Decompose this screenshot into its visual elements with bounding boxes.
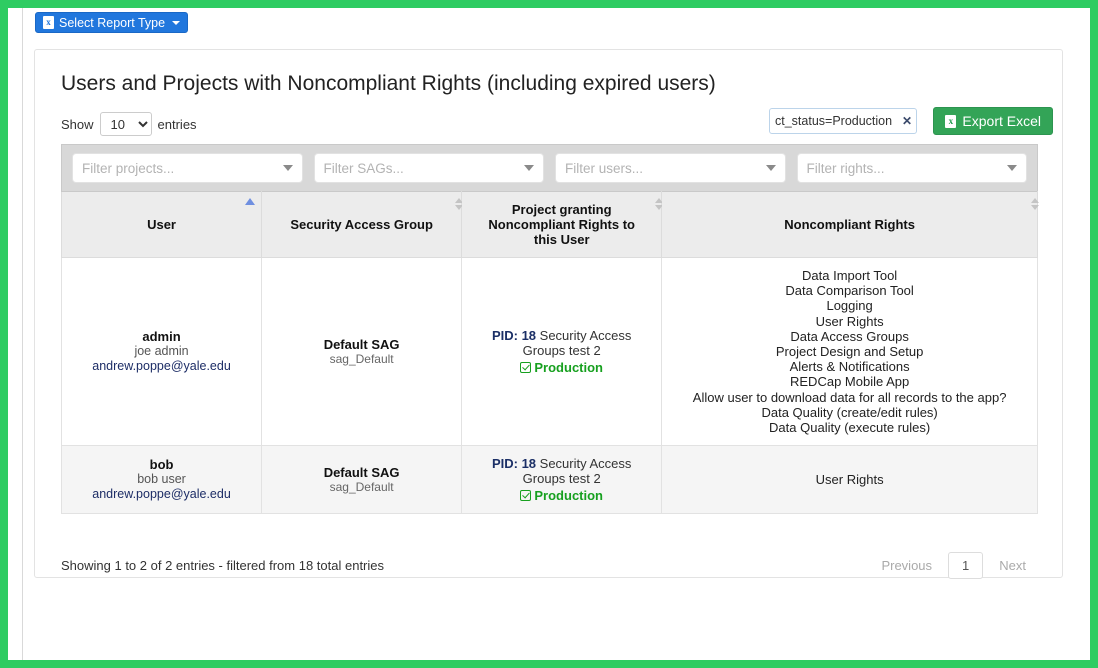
right-item: REDCap Mobile App	[790, 374, 910, 390]
cell-user: bob bob user andrew.poppe@yale.edu	[60, 445, 263, 515]
show-entries-control: Show 102550100 entries	[61, 112, 197, 136]
pagination-next[interactable]: Next	[987, 553, 1038, 578]
column-header-label: User	[147, 217, 176, 232]
project-pid: PID: 18	[491, 328, 540, 344]
column-header-label: Security Access Group	[290, 217, 433, 232]
check-icon	[520, 490, 532, 502]
right-item: Data Comparison Tool	[785, 283, 914, 299]
page-title: Users and Projects with Noncompliant Rig…	[61, 72, 716, 95]
rights-list: Data Import Tool Data Comparison Tool Logg…	[670, 268, 1029, 435]
filter-rights-cell: Filter rights...	[796, 153, 1027, 183]
sag-name: Default SAG	[323, 336, 400, 352]
chevron-down-icon	[172, 20, 181, 25]
column-header-security-access-group[interactable]: Security Access Group	[261, 191, 464, 258]
column-header-user[interactable]: User	[60, 191, 263, 258]
entries-label: entries	[157, 116, 197, 132]
sort-ascending-icon	[245, 198, 256, 205]
user-fullname: bob user	[137, 472, 186, 487]
user-username: bob	[149, 457, 174, 473]
right-item: Data Quality (execute rules)	[769, 420, 931, 436]
export-excel-label: Export Excel	[962, 113, 1041, 129]
pagination-page-1[interactable]: 1	[948, 552, 984, 579]
chevron-down-icon	[1007, 165, 1017, 171]
right-item: Data Quality (create/edit rules)	[761, 404, 938, 420]
excel-file-icon	[945, 114, 957, 128]
noncompliant-rights-table: User Security Access Group Project grantin…	[60, 191, 1039, 515]
filter-projects-cell: Filter projects...	[72, 153, 303, 183]
table-footer: Showing 1 to 2 of 2 entries - filtered f…	[61, 552, 1038, 579]
filter-rights-select[interactable]: Filter rights...	[796, 153, 1027, 183]
table-header: User Security Access Group Project grantin…	[60, 191, 1039, 258]
page-length-select[interactable]: 102550100	[99, 112, 152, 136]
filter-users-select[interactable]: Filter users...	[555, 153, 786, 183]
column-header-noncompliant-rights[interactable]: Noncompliant Rights	[661, 191, 1039, 258]
status-label: Production	[534, 488, 603, 504]
search-input[interactable]	[770, 110, 902, 132]
filter-users-cell: Filter users...	[555, 153, 786, 183]
user-email[interactable]: andrew.poppe@yale.edu	[70, 487, 253, 502]
right-item: Allow user to download data for all reco…	[692, 389, 1007, 405]
cell-noncompliant-rights: User Rights	[661, 445, 1038, 515]
chevron-down-icon	[524, 165, 534, 171]
cell-noncompliant-rights: Data Import Tool Data Comparison Tool Logg…	[661, 256, 1038, 447]
filter-projects-placeholder: Filter projects...	[82, 160, 175, 176]
rights-list: User Rights	[670, 472, 1029, 487]
check-icon	[520, 362, 532, 374]
chevron-down-icon	[765, 165, 776, 171]
data-table-area: Filter projects... Filter SAGs... Filter u…	[60, 144, 1039, 515]
table-body: admin joe admin andrew.poppe@yale.edu Defau…	[60, 256, 1038, 515]
user-username: admin	[142, 329, 181, 345]
sag-key: sag_Default	[329, 479, 394, 494]
filter-sags-cell: Filter SAGs...	[313, 153, 544, 183]
project-name: Security Access Groups test 2	[522, 328, 632, 359]
page-body: Select Report Type Users and Projects wi…	[8, 8, 1090, 660]
project-name: Security Access Groups test 2	[522, 456, 632, 487]
right-item: Logging	[826, 298, 873, 314]
cell-security-access-group: Default SAG sag_Default	[261, 445, 463, 515]
filter-sags-placeholder: Filter SAGs...	[323, 160, 404, 176]
pagination-previous[interactable]: Previous	[869, 553, 944, 578]
filter-rights-placeholder: Filter rights...	[806, 160, 885, 176]
column-header-label: Noncompliant Rights	[784, 217, 915, 232]
filter-projects-select[interactable]: Filter projects...	[72, 153, 303, 183]
column-header-label: Project granting Noncompliant Rights to …	[488, 202, 635, 247]
cell-project: PID: 18 Security Access Groups test 2 Pro…	[461, 445, 663, 515]
column-header-project-granting-noncompliant-rights-to-this-user[interactable]: Project granting Noncompliant Rights to …	[461, 191, 664, 258]
clear-search-icon[interactable]: ✕	[902, 115, 915, 127]
search-box[interactable]: ✕	[769, 108, 917, 134]
export-excel-button[interactable]: Export Excel	[933, 107, 1053, 135]
table-row: admin joe admin andrew.poppe@yale.edu Defau…	[60, 256, 1038, 447]
chevron-down-icon	[282, 165, 293, 171]
status-badge: Production	[470, 360, 653, 375]
cell-project: PID: 18 Security Access Groups test 2 Pro…	[461, 256, 663, 447]
select-report-type-label: Select Report Type	[59, 15, 166, 30]
filter-sags-select[interactable]: Filter SAGs...	[313, 153, 544, 183]
status-label: Production	[534, 360, 603, 376]
pagination: Previous 1 Next	[869, 552, 1038, 579]
cell-security-access-group: Default SAG sag_Default	[261, 256, 463, 447]
excel-file-icon	[43, 16, 54, 29]
user-email[interactable]: andrew.poppe@yale.edu	[70, 359, 253, 374]
cell-user: admin joe admin andrew.poppe@yale.edu	[60, 256, 263, 447]
left-rule-divider	[22, 8, 23, 660]
column-filters-row: Filter projects... Filter SAGs... Filter u…	[61, 144, 1038, 191]
project-pid: PID: 18	[491, 456, 540, 472]
show-label: Show	[61, 116, 94, 132]
right-item: User Rights	[815, 313, 884, 329]
sag-key: sag_Default	[329, 351, 394, 366]
sag-name: Default SAG	[323, 464, 400, 480]
table-header-row: User Security Access Group Project grantin…	[60, 191, 1039, 258]
right-item: Project Design and Setup	[775, 344, 924, 360]
entries-info: Showing 1 to 2 of 2 entries - filtered f…	[61, 558, 385, 573]
filter-users-placeholder: Filter users...	[565, 160, 644, 176]
table-row: bob bob user andrew.poppe@yale.edu Default …	[60, 445, 1038, 515]
right-item: Alerts & Notifications	[789, 359, 910, 375]
right-item: Data Access Groups	[790, 328, 909, 344]
report-card: Users and Projects with Noncompliant Rig…	[34, 49, 1063, 579]
status-badge: Production	[470, 488, 653, 503]
right-item: Data Import Tool	[802, 268, 898, 283]
user-fullname: joe admin	[134, 344, 189, 359]
right-item: User Rights	[815, 472, 884, 488]
select-report-type-button[interactable]: Select Report Type	[35, 12, 189, 33]
